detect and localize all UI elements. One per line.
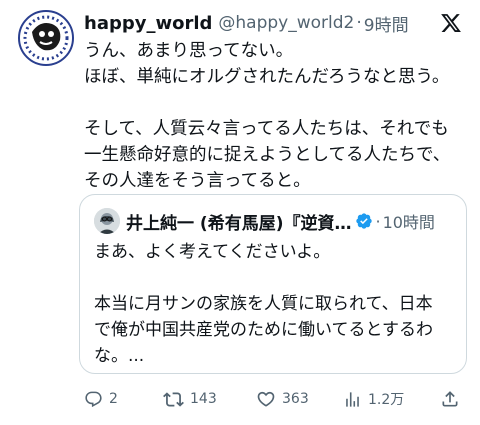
tweet-text-line: その人達をそう言ってると。 — [84, 171, 311, 191]
views-button[interactable]: 1.2万 — [343, 389, 440, 409]
reply-count: 2 — [109, 391, 118, 407]
author-avatar[interactable] — [18, 10, 74, 66]
quoted-tweet-timestamp[interactable]: 10時間 — [383, 209, 435, 233]
quoted-text-line: 本当に月サンの家族を人質に取られて、日本 — [94, 294, 433, 314]
author-handle[interactable]: @happy_world2 — [218, 13, 354, 33]
quoted-author-avatar[interactable] — [94, 208, 120, 234]
x-logo-icon[interactable] — [440, 12, 462, 38]
tweet-timestamp[interactable]: 9時間 — [364, 11, 409, 36]
retweet-button[interactable]: 143 — [163, 389, 256, 410]
quoted-author-display-name[interactable]: 井上純一 (希有馬屋)『逆資… — [126, 209, 351, 234]
quoted-tweet-text: まあ、よく考えてくださいよ。 本当に月サンの家族を人質に取られて、日本 で俺が中… — [94, 239, 456, 369]
quoted-header-separator: · — [375, 211, 381, 231]
share-icon — [440, 389, 466, 409]
quoted-text-line: で俺が中国共産党のために働いてるとするわ — [94, 320, 433, 340]
reply-icon — [84, 390, 109, 409]
like-count: 363 — [282, 391, 309, 407]
retweet-count: 143 — [190, 391, 217, 407]
quoted-tweet-card[interactable]: 井上純一 (希有馬屋)『逆資… · 10時間 まあ、よく考えてくださいよ。 本当… — [79, 194, 467, 374]
views-icon — [343, 390, 368, 409]
views-count: 1.2万 — [368, 392, 405, 408]
quoted-text-line: まあ、よく考えてくださいよ。 — [94, 242, 331, 262]
tweet-header: happy_world @happy_world2 · 9時間 — [84, 10, 464, 36]
header-separator: · — [356, 13, 362, 33]
tweet-text-line: うん、あまり思ってない。 — [84, 41, 294, 61]
author-avatar-image — [21, 13, 71, 63]
verified-badge-icon — [355, 212, 373, 230]
tweet-text-line: そして、人質云々言ってる人たちは、それでも — [84, 119, 449, 139]
author-display-name[interactable]: happy_world — [84, 13, 212, 34]
like-icon — [256, 389, 282, 409]
tweet-action-bar: 2 143 363 1.2万 — [84, 386, 466, 412]
quoted-tweet-header: 井上純一 (希有馬屋)『逆資… · 10時間 — [94, 207, 452, 235]
tweet-text-line: ほぼ、単純にオルグされたんだろうなと思う。 — [84, 67, 450, 87]
retweet-icon — [163, 389, 190, 410]
reply-button[interactable]: 2 — [84, 390, 163, 409]
like-button[interactable]: 363 — [256, 389, 343, 409]
tweet-text: うん、あまり思ってない。 ほぼ、単純にオルグされたんだろうなと思う。 そして、人… — [84, 38, 474, 194]
tweet-text-line: 一生懸命好意的に捉えようとしてる人たちで、 — [84, 145, 451, 165]
quoted-text-line: な。... — [94, 346, 145, 366]
share-button[interactable] — [440, 389, 466, 409]
